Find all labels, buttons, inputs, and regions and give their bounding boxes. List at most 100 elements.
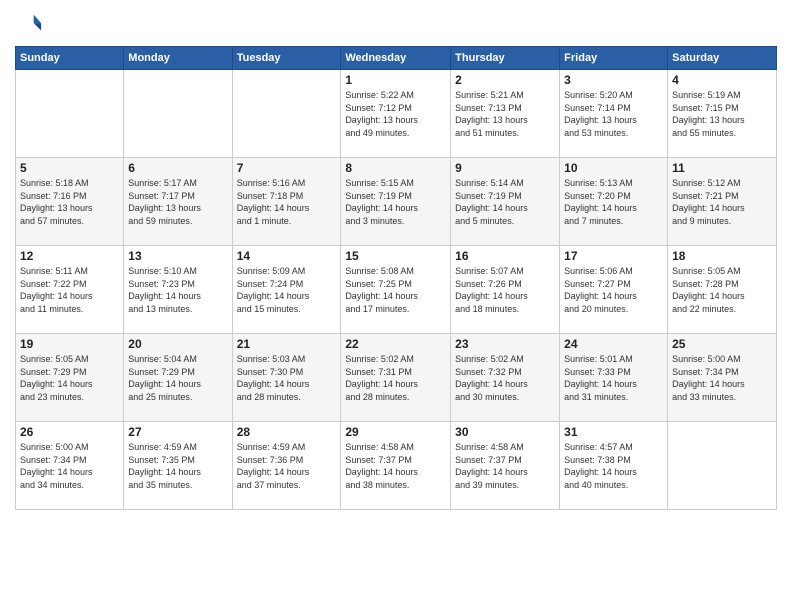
col-wednesday: Wednesday <box>341 47 451 70</box>
day-cell: 15Sunrise: 5:08 AM Sunset: 7:25 PM Dayli… <box>341 246 451 334</box>
day-cell: 27 Sunrise: 4:59 AM Sunset: 7:35 PM Dayli… <box>124 422 232 510</box>
day-number: 23 <box>455 337 555 351</box>
day-number: 12 <box>20 249 119 263</box>
day-cell: 18 Sunrise: 5:05 AM Sunset: 7:28 PM Dayli… <box>668 246 777 334</box>
day-cell: 9 Sunrise: 5:14 AM Sunset: 7:19 PM Daylig… <box>451 158 560 246</box>
day-number: 20 <box>128 337 227 351</box>
day-cell: 13 Sunrise: 5:10 AM Sunset: 7:23 PM Dayli… <box>124 246 232 334</box>
day-number: 30 <box>455 425 555 439</box>
day-cell: 17 Sunrise: 5:06 AM Sunset: 7:27 PM Dayli… <box>560 246 668 334</box>
day-number: 5 <box>20 161 119 175</box>
day-info: Sunrise: 5:12 AM Sunset: 7:21 PM Dayligh… <box>672 177 772 227</box>
calendar-header: Sunday Monday Tuesday Wednesday Thursday… <box>16 47 777 70</box>
day-info: Sunrise: 5:00 AM Sunset: 7:34 PM Dayligh… <box>20 441 119 491</box>
day-number: 2 <box>455 73 555 87</box>
page: Sunday Monday Tuesday Wednesday Thursday… <box>0 0 792 520</box>
day-info: Sunrise: 5:06 AM Sunset: 7:27 PM Dayligh… <box>564 265 663 315</box>
day-info: Sunrise: 5:20 AM Sunset: 7:14 PM Dayligh… <box>564 89 663 139</box>
day-cell: 12 Sunrise: 5:11 AM Sunset: 7:22 PM Dayli… <box>16 246 124 334</box>
day-info: Sunrise: 5:18 AM Sunset: 7:16 PM Dayligh… <box>20 177 119 227</box>
day-info: Sunrise: 5:22 AM Sunset: 7:12 PM Dayligh… <box>345 89 446 139</box>
day-cell: 24 Sunrise: 5:01 AM Sunset: 7:33 PM Dayli… <box>560 334 668 422</box>
day-cell: 21 Sunrise: 5:03 AM Sunset: 7:30 PM Dayli… <box>232 334 341 422</box>
day-info: Sunrise: 5:17 AM Sunset: 7:17 PM Dayligh… <box>128 177 227 227</box>
day-info: Sunrise: 5:11 AM Sunset: 7:22 PM Dayligh… <box>20 265 119 315</box>
day-number: 17 <box>564 249 663 263</box>
col-thursday: Thursday <box>451 47 560 70</box>
day-cell: 16Sunrise: 5:07 AM Sunset: 7:26 PM Dayli… <box>451 246 560 334</box>
day-info: Sunrise: 5:19 AM Sunset: 7:15 PM Dayligh… <box>672 89 772 139</box>
day-number: 18 <box>672 249 772 263</box>
day-number: 19 <box>20 337 119 351</box>
day-info: Sunrise: 5:01 AM Sunset: 7:33 PM Dayligh… <box>564 353 663 403</box>
day-cell: 14Sunrise: 5:09 AM Sunset: 7:24 PM Dayli… <box>232 246 341 334</box>
day-info: Sunrise: 5:03 AM Sunset: 7:30 PM Dayligh… <box>237 353 337 403</box>
col-friday: Friday <box>560 47 668 70</box>
day-number: 21 <box>237 337 337 351</box>
col-saturday: Saturday <box>668 47 777 70</box>
day-cell: 25 Sunrise: 5:00 AM Sunset: 7:34 PM Dayli… <box>668 334 777 422</box>
week-row-4: 19 Sunrise: 5:05 AM Sunset: 7:29 PM Dayli… <box>16 334 777 422</box>
day-number: 1 <box>345 73 446 87</box>
day-cell: 6 Sunrise: 5:17 AM Sunset: 7:17 PM Daylig… <box>124 158 232 246</box>
day-cell <box>232 70 341 158</box>
day-info: Sunrise: 5:05 AM Sunset: 7:28 PM Dayligh… <box>672 265 772 315</box>
day-number: 25 <box>672 337 772 351</box>
day-cell: 19 Sunrise: 5:05 AM Sunset: 7:29 PM Dayli… <box>16 334 124 422</box>
col-tuesday: Tuesday <box>232 47 341 70</box>
header-row: Sunday Monday Tuesday Wednesday Thursday… <box>16 47 777 70</box>
day-cell: 26 Sunrise: 5:00 AM Sunset: 7:34 PM Dayli… <box>16 422 124 510</box>
day-cell: 4 Sunrise: 5:19 AM Sunset: 7:15 PM Daylig… <box>668 70 777 158</box>
day-number: 6 <box>128 161 227 175</box>
day-number: 9 <box>455 161 555 175</box>
week-row-5: 26 Sunrise: 5:00 AM Sunset: 7:34 PM Dayli… <box>16 422 777 510</box>
day-cell: 30 Sunrise: 4:58 AM Sunset: 7:37 PM Dayli… <box>451 422 560 510</box>
day-number: 27 <box>128 425 227 439</box>
day-info: Sunrise: 5:13 AM Sunset: 7:20 PM Dayligh… <box>564 177 663 227</box>
day-cell: 2 Sunrise: 5:21 AM Sunset: 7:13 PM Daylig… <box>451 70 560 158</box>
day-cell <box>16 70 124 158</box>
day-cell <box>668 422 777 510</box>
day-cell: 20 Sunrise: 5:04 AM Sunset: 7:29 PM Dayli… <box>124 334 232 422</box>
day-info: Sunrise: 4:59 AM Sunset: 7:35 PM Dayligh… <box>128 441 227 491</box>
day-cell: 8Sunrise: 5:15 AM Sunset: 7:19 PM Daylig… <box>341 158 451 246</box>
day-info: Sunrise: 5:05 AM Sunset: 7:29 PM Dayligh… <box>20 353 119 403</box>
day-info: Sunrise: 4:59 AM Sunset: 7:36 PM Dayligh… <box>237 441 337 491</box>
calendar-table: Sunday Monday Tuesday Wednesday Thursday… <box>15 46 777 510</box>
day-cell: 31Sunrise: 4:57 AM Sunset: 7:38 PM Dayli… <box>560 422 668 510</box>
week-row-1: 1 Sunrise: 5:22 AM Sunset: 7:12 PM Daylig… <box>16 70 777 158</box>
week-row-2: 5 Sunrise: 5:18 AM Sunset: 7:16 PM Daylig… <box>16 158 777 246</box>
logo <box>15 10 45 38</box>
day-number: 29 <box>345 425 446 439</box>
day-number: 8 <box>345 161 446 175</box>
day-number: 4 <box>672 73 772 87</box>
day-info: Sunrise: 5:21 AM Sunset: 7:13 PM Dayligh… <box>455 89 555 139</box>
col-monday: Monday <box>124 47 232 70</box>
week-row-3: 12 Sunrise: 5:11 AM Sunset: 7:22 PM Dayli… <box>16 246 777 334</box>
day-cell: 29 Sunrise: 4:58 AM Sunset: 7:37 PM Dayli… <box>341 422 451 510</box>
day-info: Sunrise: 4:57 AM Sunset: 7:38 PM Dayligh… <box>564 441 663 491</box>
day-info: Sunrise: 4:58 AM Sunset: 7:37 PM Dayligh… <box>455 441 555 491</box>
day-number: 7 <box>237 161 337 175</box>
logo-icon <box>15 10 43 38</box>
day-info: Sunrise: 5:00 AM Sunset: 7:34 PM Dayligh… <box>672 353 772 403</box>
day-cell <box>124 70 232 158</box>
day-number: 10 <box>564 161 663 175</box>
day-info: Sunrise: 5:16 AM Sunset: 7:18 PM Dayligh… <box>237 177 337 227</box>
day-number: 24 <box>564 337 663 351</box>
day-info: Sunrise: 5:09 AM Sunset: 7:24 PM Dayligh… <box>237 265 337 315</box>
day-number: 13 <box>128 249 227 263</box>
day-number: 26 <box>20 425 119 439</box>
day-info: Sunrise: 4:58 AM Sunset: 7:37 PM Dayligh… <box>345 441 446 491</box>
header <box>15 10 777 38</box>
calendar-body: 1 Sunrise: 5:22 AM Sunset: 7:12 PM Daylig… <box>16 70 777 510</box>
day-number: 22 <box>345 337 446 351</box>
day-info: Sunrise: 5:04 AM Sunset: 7:29 PM Dayligh… <box>128 353 227 403</box>
day-cell: 5 Sunrise: 5:18 AM Sunset: 7:16 PM Daylig… <box>16 158 124 246</box>
day-number: 16 <box>455 249 555 263</box>
day-number: 3 <box>564 73 663 87</box>
day-info: Sunrise: 5:02 AM Sunset: 7:31 PM Dayligh… <box>345 353 446 403</box>
day-cell: 1 Sunrise: 5:22 AM Sunset: 7:12 PM Daylig… <box>341 70 451 158</box>
day-info: Sunrise: 5:10 AM Sunset: 7:23 PM Dayligh… <box>128 265 227 315</box>
day-info: Sunrise: 5:14 AM Sunset: 7:19 PM Dayligh… <box>455 177 555 227</box>
